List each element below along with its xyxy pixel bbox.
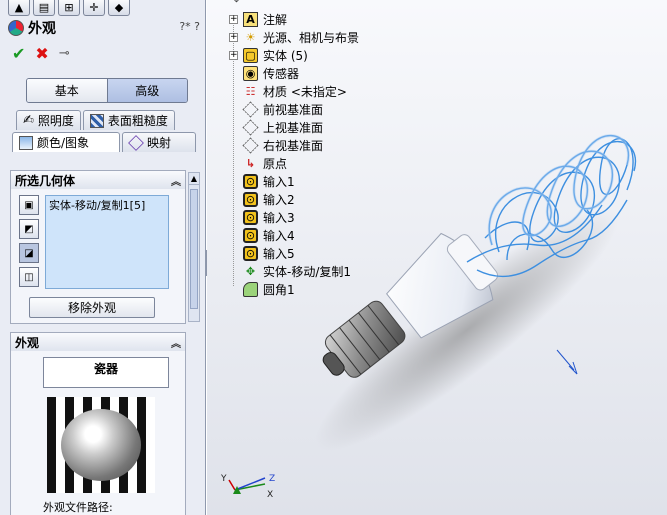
solid-bodies-icon: ▢ bbox=[243, 47, 258, 63]
panel-titlebar: 外观 ?* ? bbox=[8, 18, 200, 38]
view-triad bbox=[228, 477, 266, 494]
action-bar: ✔ ✖ ⊸ bbox=[12, 44, 70, 63]
panel-title: 外观 bbox=[28, 21, 56, 37]
tree-item-label: 输入5 bbox=[263, 246, 295, 261]
tab-mapping-label: 映射 bbox=[147, 136, 172, 150]
appearance-preview[interactable] bbox=[47, 397, 155, 493]
import-icon: ⊙ bbox=[243, 209, 258, 225]
property-manager: ▲ ▤ ⊞ ✛ ◆ 外观 ?* ? ✔ ✖ ⊸ 基本 高级 ✍ 照明度 表面粗糙… bbox=[0, 0, 206, 515]
display-manager-tab-icon[interactable]: ◆ bbox=[108, 0, 130, 16]
material-icon: ☷ bbox=[245, 84, 256, 98]
filter-body-icon[interactable]: ◪ bbox=[19, 243, 39, 263]
tab-mapping[interactable]: 映射 bbox=[122, 132, 196, 152]
origin-icon: ↳ bbox=[245, 156, 256, 170]
tree-item-label: 输入2 bbox=[263, 192, 295, 207]
tree-item-label: 右视基准面 bbox=[263, 138, 324, 153]
dimxpert-tab-icon[interactable]: ✛ bbox=[83, 0, 105, 16]
pin-icon[interactable]: ⊸ bbox=[59, 46, 70, 61]
triad-x-label: X bbox=[267, 490, 274, 500]
appearance-section-title: 外观 bbox=[15, 335, 40, 350]
advanced-mode-button[interactable]: 高级 bbox=[107, 79, 187, 102]
appearance-icon bbox=[8, 20, 24, 36]
triad-z-label: Z bbox=[269, 474, 276, 484]
tree-item-label: 上视基准面 bbox=[263, 120, 324, 135]
collapse-chevron-icon[interactable]: ︽ bbox=[171, 335, 181, 350]
tree-item-label: 输入4 bbox=[263, 228, 295, 243]
configuration-manager-tab-icon[interactable]: ⊞ bbox=[58, 0, 80, 16]
import-icon: ⊙ bbox=[243, 227, 258, 243]
expand-toggle[interactable]: + bbox=[229, 50, 238, 60]
cancel-x-icon[interactable]: ✖ bbox=[35, 44, 48, 63]
tree-item-label: 光源、相机与布景 bbox=[263, 30, 360, 45]
tree-item-label: 材质 <未指定> bbox=[263, 84, 347, 99]
graphics-area[interactable]: ◈ + A 注解 + ☀ 光源、相机与布景 + ▢ 实体 (5) ◉ 传感器 ☷… bbox=[207, 0, 667, 515]
texture-icon bbox=[89, 113, 104, 128]
fillet-icon bbox=[243, 281, 258, 297]
annotation-icon: A bbox=[243, 11, 258, 27]
tree-item-label: 传感器 bbox=[263, 66, 300, 81]
mapping-icon bbox=[128, 134, 144, 151]
tree-item-label: 注解 bbox=[263, 12, 288, 27]
tree-item-label: 前视基准面 bbox=[263, 102, 324, 117]
tab-color-image[interactable]: 颜色/图象 bbox=[12, 132, 120, 152]
tab-row-1: ✍ 照明度 表面粗糙度 bbox=[16, 110, 177, 130]
tab-color-image-label: 颜色/图象 bbox=[37, 136, 90, 150]
feature-manager-tab-icon[interactable]: ▲ bbox=[8, 0, 30, 16]
geometry-section-title: 所选几何体 bbox=[15, 173, 76, 188]
scroll-up-icon[interactable]: ▲ bbox=[189, 173, 199, 185]
filter-feature-icon[interactable]: ◫ bbox=[19, 267, 39, 287]
reference-axis-icon bbox=[556, 349, 578, 375]
remove-appearance-button[interactable]: 移除外观 bbox=[29, 297, 155, 318]
filter-part-icon[interactable]: ▣ bbox=[19, 195, 39, 215]
appearance-section-header[interactable]: 外观 ︽ bbox=[11, 333, 185, 351]
preview-sphere bbox=[61, 409, 141, 481]
tab-surface-finish-label: 表面粗糙度 bbox=[107, 114, 168, 128]
tab-surface-finish[interactable]: 表面粗糙度 bbox=[82, 110, 175, 130]
list-item[interactable]: 实体-移动/复制1[5] bbox=[49, 197, 165, 213]
tree-item-label: 实体 (5) bbox=[263, 48, 308, 63]
filter-face-icon[interactable]: ◩ bbox=[19, 219, 39, 239]
ok-check-icon[interactable]: ✔ bbox=[12, 44, 25, 63]
tab-illumination[interactable]: ✍ 照明度 bbox=[16, 110, 81, 130]
import-icon: ⊙ bbox=[243, 191, 258, 207]
tab-illumination-label: 照明度 bbox=[37, 114, 74, 128]
geometry-section-header[interactable]: 所选几何体 ︽ bbox=[11, 171, 185, 189]
panel-scrollbar[interactable]: ▲ bbox=[188, 172, 200, 322]
expand-toggle[interactable]: + bbox=[229, 14, 238, 24]
expand-toggle[interactable]: + bbox=[229, 32, 238, 42]
filter-buttons: ▣ ◩ ◪ ◫ bbox=[19, 195, 39, 287]
property-manager-tab-icon[interactable]: ▤ bbox=[33, 0, 55, 16]
scroll-thumb[interactable] bbox=[190, 189, 198, 309]
basic-mode-button[interactable]: 基本 bbox=[27, 79, 108, 102]
appearance-path-label: 外观文件路径: bbox=[43, 501, 113, 514]
tree-item-label: 圆角1 bbox=[263, 282, 295, 297]
selection-list[interactable]: 实体-移动/复制1[5] bbox=[45, 195, 169, 289]
tree-item-label: 原点 bbox=[263, 156, 288, 171]
tree-item-label: 输入3 bbox=[263, 210, 295, 225]
mode-toggle: 基本 高级 bbox=[26, 78, 188, 103]
tab-row-2: 颜色/图象 映射 bbox=[12, 132, 198, 152]
help-icon[interactable]: ?* ? bbox=[179, 20, 200, 33]
lights-icon: ☀ bbox=[245, 30, 256, 44]
part-icon: ◈ bbox=[229, 0, 244, 5]
geometry-section: 所选几何体 ︽ ▣ ◩ ◪ ◫ 实体-移动/复制1[5] 移除外观 bbox=[10, 170, 186, 324]
import-icon: ⊙ bbox=[243, 173, 258, 189]
tree-item-label: 实体-移动/复制1 bbox=[263, 264, 352, 279]
appearance-section: 外观 ︽ 瓷器 外观文件路径: bbox=[10, 332, 186, 515]
sensor-icon: ◉ bbox=[243, 65, 258, 81]
bulb-icon: ✍ bbox=[23, 113, 34, 128]
triad-y-label: Y bbox=[221, 474, 227, 484]
manager-tabs: ▲ ▤ ⊞ ✛ ◆ bbox=[8, 0, 130, 16]
collapse-chevron-icon[interactable]: ︽ bbox=[171, 173, 181, 188]
move-copy-icon: ✥ bbox=[245, 264, 256, 278]
image-icon bbox=[19, 135, 33, 150]
tree-item-label: 输入1 bbox=[263, 174, 295, 189]
import-icon: ⊙ bbox=[243, 245, 258, 261]
material-name: 瓷器 bbox=[43, 357, 169, 388]
